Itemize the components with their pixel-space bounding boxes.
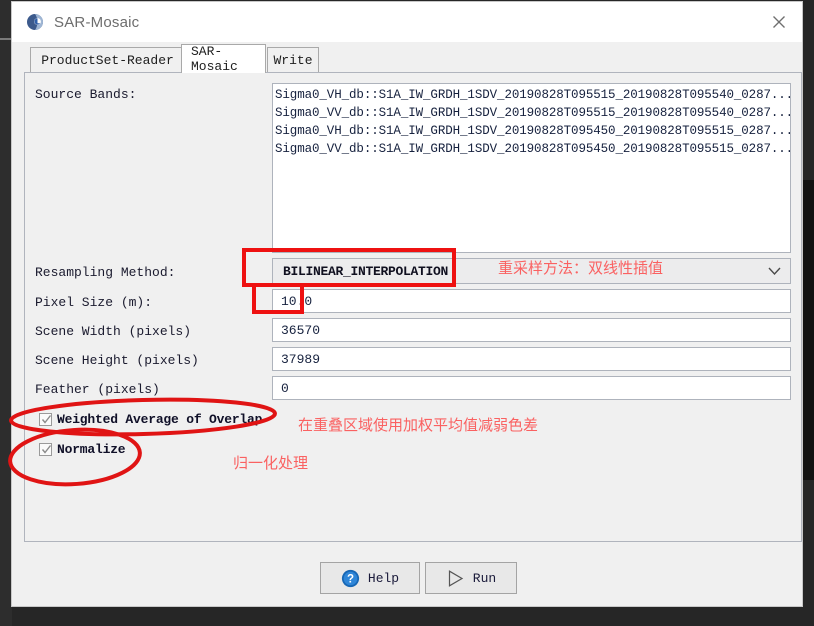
checkbox-label: Normalize <box>57 442 126 457</box>
resampling-method-select[interactable]: BILINEAR_INTERPOLATION <box>272 258 791 284</box>
scene-height-label: Scene Height (pixels) <box>35 353 199 368</box>
scene-width-value: 36570 <box>281 322 321 338</box>
tab-strip: ProductSet-Reader SAR-Mosaic Write <box>24 44 802 74</box>
run-button-label: Run <box>472 570 497 586</box>
feather-value: 0 <box>281 380 289 396</box>
feather-input[interactable]: 0 <box>272 376 791 400</box>
source-bands-label: Source Bands: <box>35 87 137 102</box>
desktop-divider-line <box>0 38 12 40</box>
help-button[interactable]: ? Help <box>320 562 420 594</box>
list-item[interactable]: Sigma0_VH_db::S1A_IW_GRDH_1SDV_20190828T… <box>275 122 790 140</box>
sar-mosaic-dialog: SAR-Mosaic ProductSet-Reader SAR-Mosaic … <box>12 2 802 606</box>
tab-label: ProductSet-Reader <box>41 52 174 68</box>
run-button[interactable]: Run <box>425 562 517 594</box>
scene-width-label: Scene Width (pixels) <box>35 324 192 339</box>
chevron-down-icon <box>768 267 781 276</box>
close-icon <box>773 16 785 28</box>
desktop-right-strip <box>800 180 814 480</box>
feather-label: Feather (pixels) <box>35 382 160 397</box>
check-icon <box>41 415 52 424</box>
scene-height-value: 37989 <box>281 351 321 367</box>
weighted-average-checkbox[interactable]: Weighted Average of Overlap <box>39 412 262 427</box>
pixel-size-input[interactable]: 10.0 <box>272 289 791 313</box>
title-bar: SAR-Mosaic <box>12 2 802 42</box>
list-item[interactable]: Sigma0_VH_db::S1A_IW_GRDH_1SDV_20190828T… <box>275 86 790 104</box>
tab-sar-mosaic[interactable]: SAR-Mosaic <box>181 44 266 74</box>
globe-icon <box>27 14 43 30</box>
sar-mosaic-panel: Source Bands: Sigma0_VH_db::S1A_IW_GRDH_… <box>24 72 802 542</box>
pixel-size-value: 10.0 <box>281 293 313 309</box>
svg-text:?: ? <box>347 573 354 585</box>
tab-label: Write <box>273 52 313 68</box>
play-triangle-icon <box>448 569 463 587</box>
checkbox-box <box>39 413 52 426</box>
source-bands-list[interactable]: Sigma0_VH_db::S1A_IW_GRDH_1SDV_20190828T… <box>272 83 791 253</box>
close-button[interactable] <box>756 2 802 42</box>
resampling-method-label: Resampling Method: <box>35 265 176 280</box>
window-title: SAR-Mosaic <box>54 13 140 31</box>
tab-productset-reader[interactable]: ProductSet-Reader <box>30 47 185 72</box>
resampling-method-value: BILINEAR_INTERPOLATION <box>283 263 449 279</box>
list-item[interactable]: Sigma0_VV_db::S1A_IW_GRDH_1SDV_20190828T… <box>275 140 790 158</box>
tab-write[interactable]: Write <box>267 47 319 72</box>
question-circle-icon: ? <box>341 569 359 587</box>
list-item[interactable]: Sigma0_VV_db::S1A_IW_GRDH_1SDV_20190828T… <box>275 104 790 122</box>
pixel-size-label: Pixel Size (m): <box>35 295 153 310</box>
checkbox-label: Weighted Average of Overlap <box>57 412 263 427</box>
scene-height-input[interactable]: 37989 <box>272 347 791 371</box>
checkbox-box <box>39 443 52 456</box>
desktop-left-strip <box>0 0 12 626</box>
help-button-label: Help <box>367 570 400 586</box>
scene-width-input[interactable]: 36570 <box>272 318 791 342</box>
check-icon <box>41 445 52 454</box>
tab-label: SAR-Mosaic <box>191 44 238 74</box>
normalize-checkbox[interactable]: Normalize <box>39 442 126 457</box>
